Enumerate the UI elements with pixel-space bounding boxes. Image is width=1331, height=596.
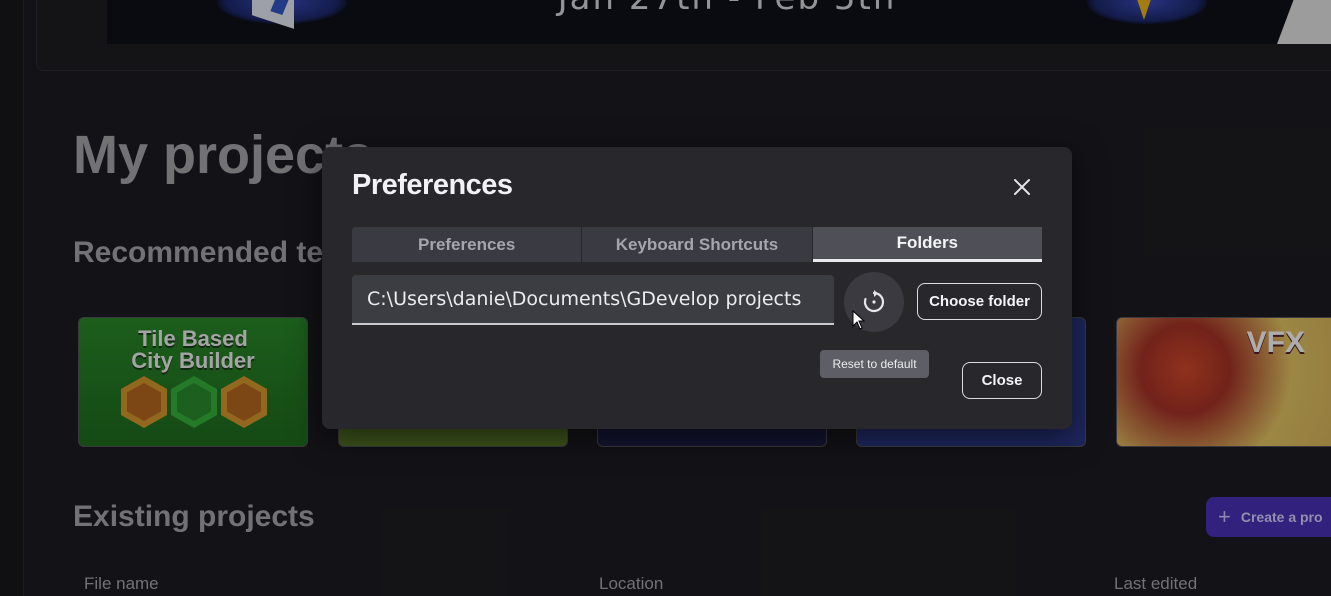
tab-preferences[interactable]: Preferences <box>352 227 583 262</box>
mouse-cursor-icon <box>852 310 866 330</box>
tab-folders[interactable]: Folders <box>812 227 1042 262</box>
reset-tooltip: Reset to default <box>820 350 929 378</box>
dialog-close-button[interactable] <box>1008 173 1036 201</box>
preferences-dialog: Preferences Preferences Keyboard Shortcu… <box>322 147 1072 429</box>
choose-folder-button[interactable]: Choose folder <box>917 283 1042 320</box>
dialog-title: Preferences <box>352 169 513 201</box>
projects-folder-path-input[interactable]: C:\Users\danie\Documents\GDevelop projec… <box>352 275 834 325</box>
close-icon <box>1014 179 1030 195</box>
app-window: Jan 27th - Feb 5th My projects Recommend… <box>0 0 1331 596</box>
tab-keyboard-shortcuts[interactable]: Keyboard Shortcuts <box>582 227 813 262</box>
preferences-tabs: Preferences Keyboard Shortcuts Folders <box>352 227 1042 262</box>
close-button[interactable]: Close <box>962 362 1042 399</box>
